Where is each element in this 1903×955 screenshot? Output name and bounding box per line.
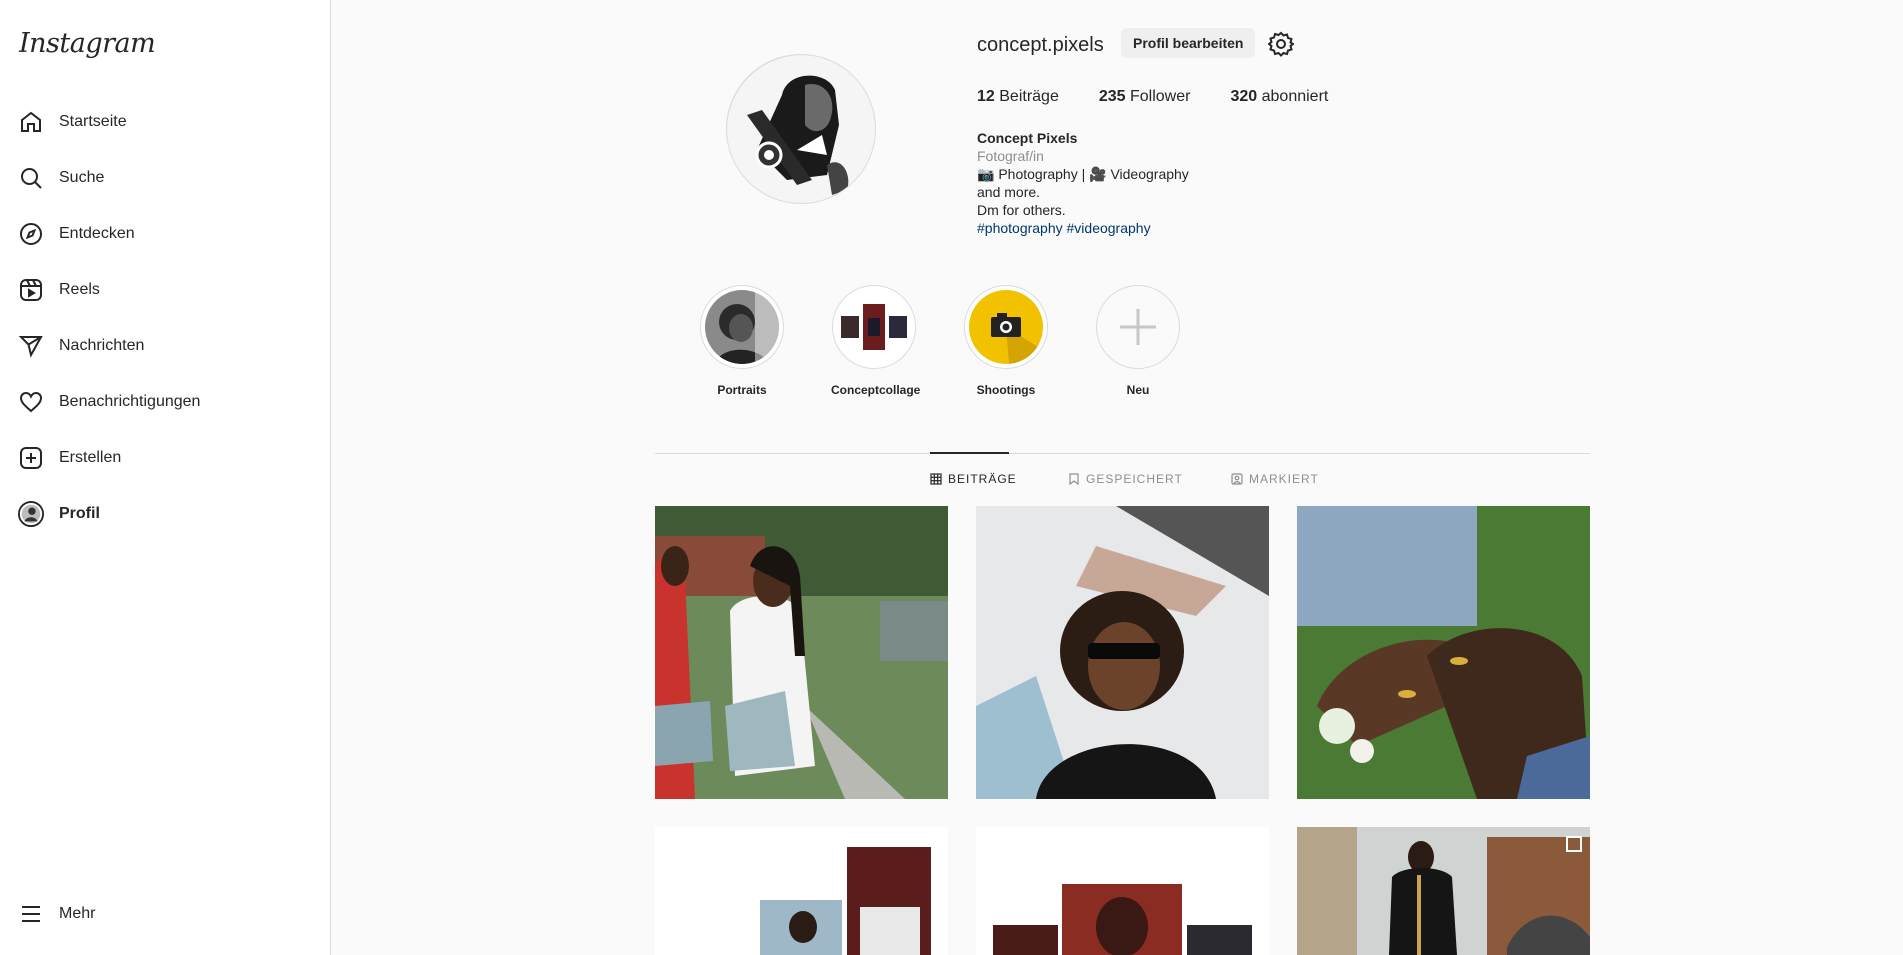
settings-icon[interactable] (1268, 31, 1294, 57)
bookmark-icon (1068, 473, 1080, 485)
grid-icon (930, 473, 942, 485)
bio-line: and more. (977, 184, 1041, 200)
bio-hashtags[interactable]: #photography #videography (977, 219, 1189, 237)
tagged-icon (1231, 473, 1243, 485)
highlight-ring (1096, 285, 1180, 369)
bio-line: Dm for others. (977, 202, 1066, 218)
highlight-label: Conceptcollage (831, 383, 921, 397)
profile-bio: Concept Pixels Fotograf/in 📷 Photography… (977, 129, 1189, 237)
post-thumbnail[interactable] (1297, 506, 1590, 799)
highlight-ring (832, 285, 916, 369)
highlight-portraits[interactable]: Portraits (699, 285, 785, 397)
posts-count-value: 12 (977, 88, 995, 105)
followers-count-label: Follower (1130, 88, 1191, 105)
highlight-label: Neu (1126, 383, 1150, 397)
profile-category: Fotograf/in (977, 148, 1044, 164)
highlight-thumbnail (837, 290, 911, 364)
tab-posts[interactable]: BEITRÄGE (930, 472, 1017, 486)
profile-stats: 12 Beiträge 235 Follower 320 abonniert (977, 88, 1328, 106)
highlight-thumbnail (969, 290, 1043, 364)
profile-username: concept.pixels (977, 34, 1104, 56)
followers-count[interactable]: 235 Follower (1099, 88, 1191, 106)
posts-count-label: Beiträge (999, 88, 1059, 105)
tab-label: GESPEICHERT (1086, 472, 1183, 486)
post-thumbnail[interactable] (976, 827, 1269, 955)
post-thumbnail[interactable] (655, 506, 948, 799)
profile-name: Concept Pixels (977, 130, 1078, 146)
edit-profile-button[interactable]: Profil bearbeiten (1121, 28, 1256, 58)
posts-count: 12 Beiträge (977, 88, 1059, 106)
bio-line: 📷 Photography | 🎥 Videography (977, 166, 1189, 182)
highlight-new[interactable]: Neu (1095, 285, 1181, 397)
highlight-ring (964, 285, 1048, 369)
highlight-conceptcollage[interactable]: Conceptcollage (831, 285, 921, 397)
highlight-ring (700, 285, 784, 369)
tab-label: MARKIERT (1249, 472, 1319, 486)
following-count-label: abonniert (1261, 88, 1329, 105)
followers-count-value: 235 (1098, 88, 1126, 105)
tabs-divider (655, 453, 1590, 454)
following-count[interactable]: 320 abonniert (1230, 88, 1328, 106)
highlight-thumbnail (705, 290, 779, 364)
active-tab-indicator (930, 452, 1009, 454)
highlight-label: Shootings (976, 383, 1036, 397)
highlight-label: Portraits (717, 383, 767, 397)
highlight-shootings[interactable]: Shootings (963, 285, 1049, 397)
following-count-value: 320 (1230, 88, 1258, 105)
tab-saved[interactable]: GESPEICHERT (1068, 472, 1183, 486)
post-thumbnail[interactable] (976, 506, 1269, 799)
plus-icon (1101, 290, 1175, 364)
post-thumbnail[interactable] (655, 827, 948, 955)
tab-tagged[interactable]: MARKIERT (1231, 472, 1319, 486)
tab-label: BEITRÄGE (948, 472, 1017, 486)
post-thumbnail[interactable] (1297, 827, 1590, 955)
profile-avatar[interactable] (726, 54, 876, 204)
profile-main: concept.pixels Profil bearbeiten 12 Beit… (0, 0, 1590, 955)
